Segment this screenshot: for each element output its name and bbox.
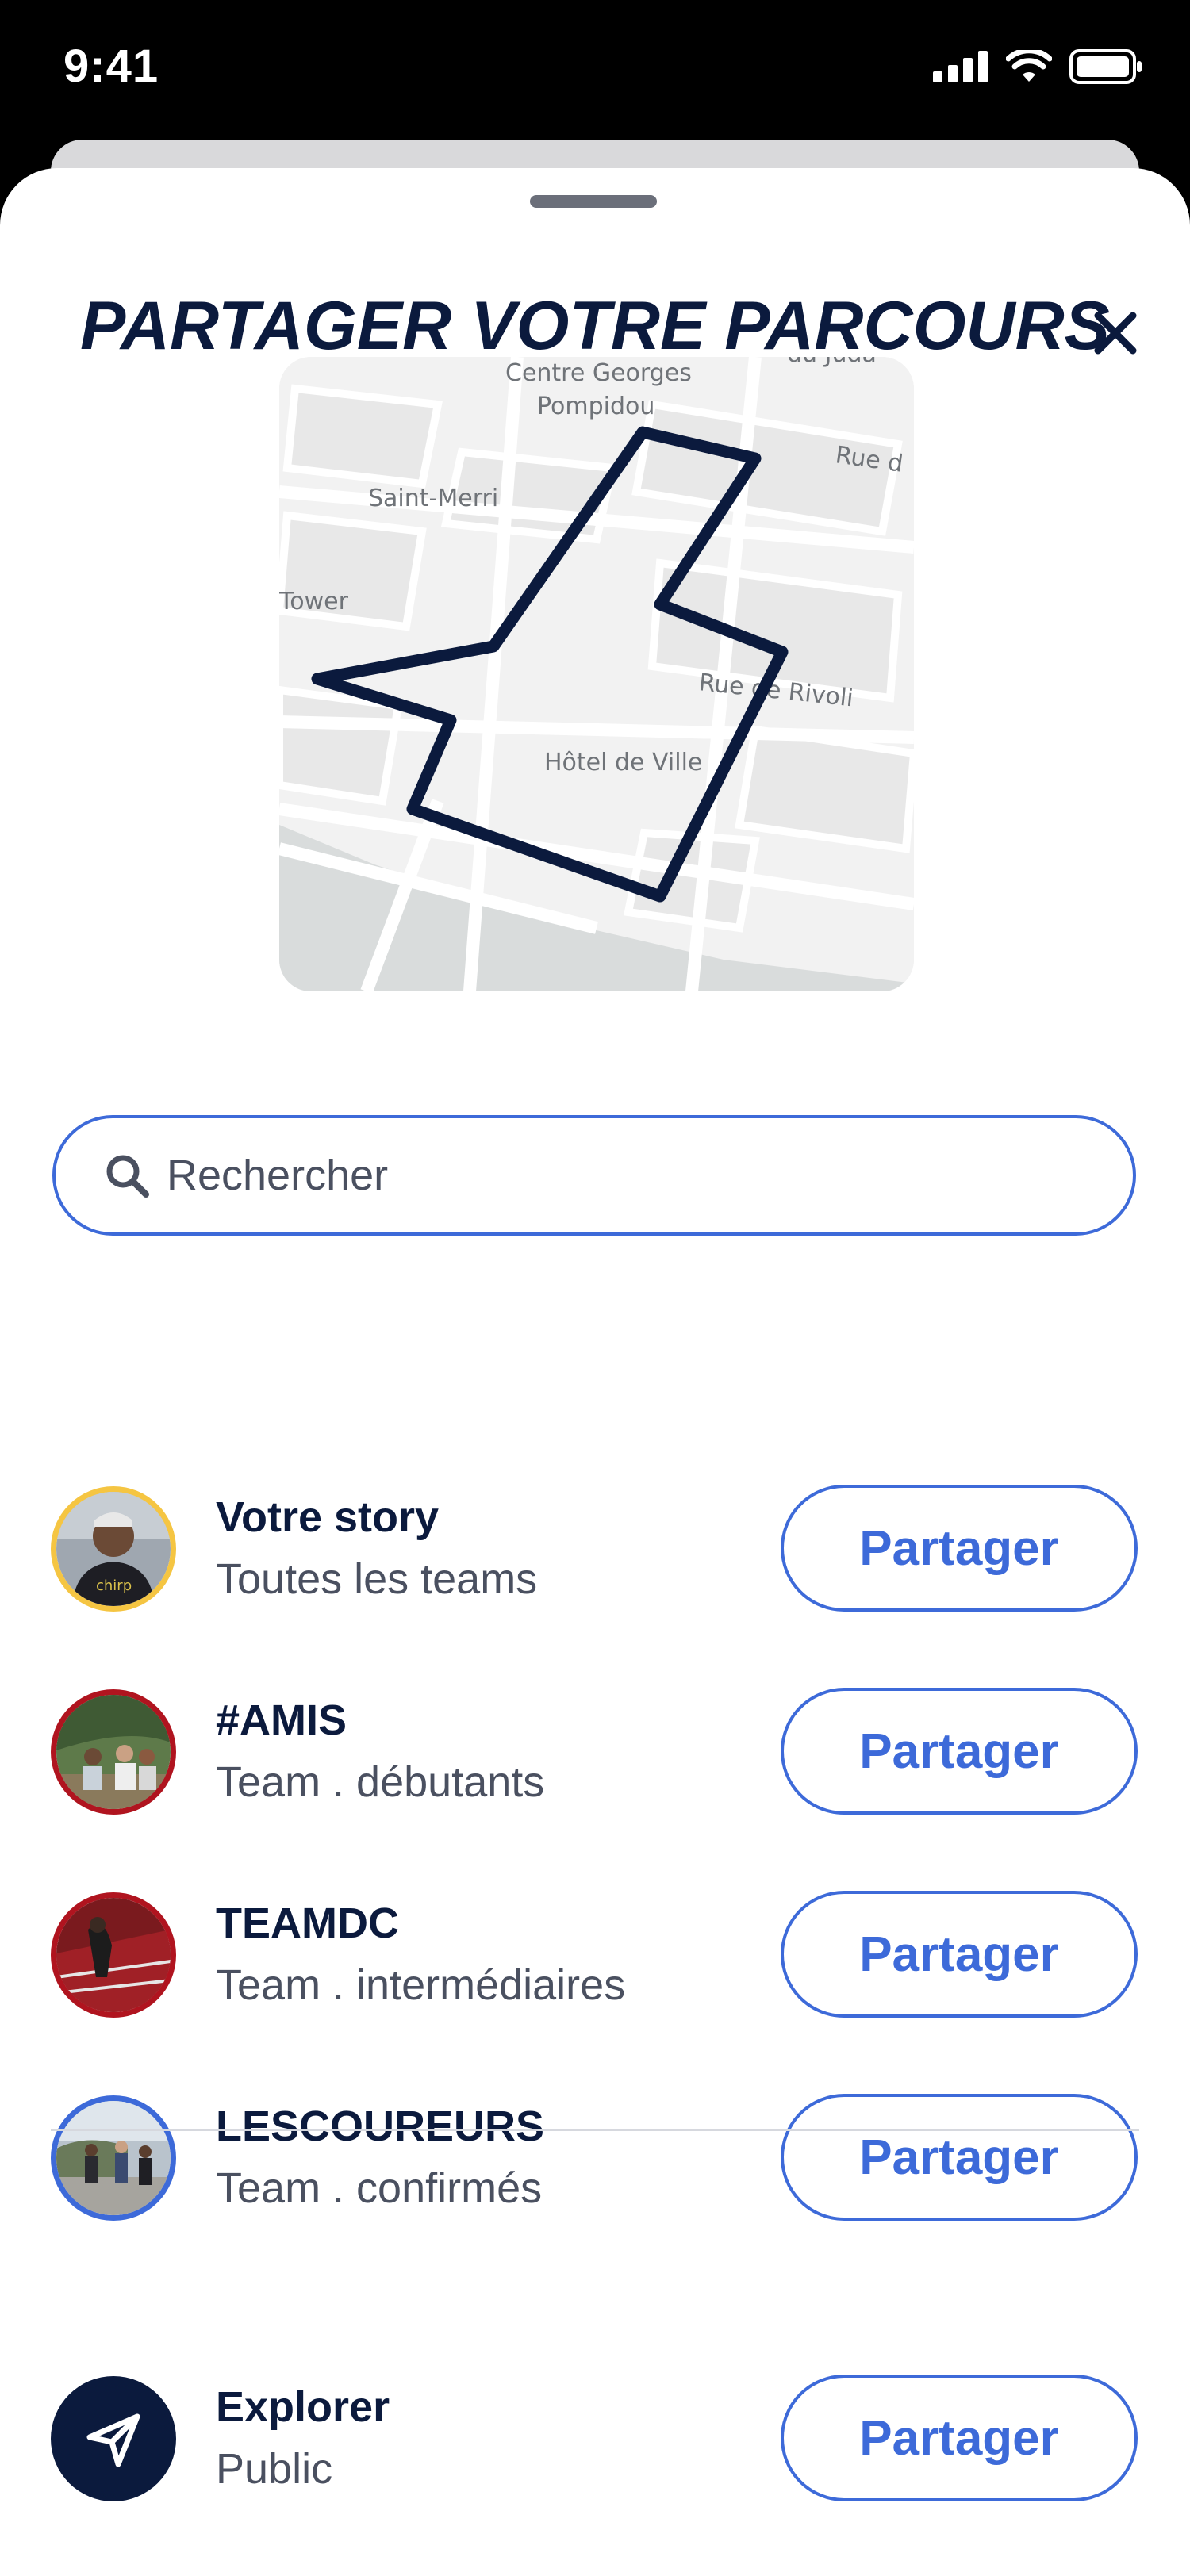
share-row-teamdc: TEAMDC Team . intermédiaires Partager xyxy=(0,1888,1190,2022)
avatar-image xyxy=(56,2101,171,2215)
map-label-pompidou-1: Centre Georges xyxy=(505,359,692,387)
map-label-tower: Tower xyxy=(279,588,349,615)
row-subtitle: Public xyxy=(216,2445,333,2493)
row-subtitle: Team . intermédiaires xyxy=(216,1961,626,2009)
avatar-amis xyxy=(51,1689,176,1815)
avatar-image xyxy=(56,1898,171,2012)
sheet-grabber[interactable] xyxy=(530,195,657,208)
row-title: #AMIS xyxy=(216,1696,347,1744)
row-subtitle: Team . confirmés xyxy=(216,2164,543,2212)
share-button-teamdc[interactable]: Partager xyxy=(781,1891,1138,2018)
status-time: 9:41 xyxy=(63,40,159,92)
share-button-lescoureurs[interactable]: Partager xyxy=(781,2094,1138,2221)
map-label-saint-merri: Saint-Merri xyxy=(368,485,498,512)
share-row-story: chirp Votre story Toutes les teams Parta… xyxy=(0,1482,1190,1616)
share-button-amis[interactable]: Partager xyxy=(781,1688,1138,1815)
row-title: Explorer xyxy=(216,2383,390,2431)
search-field[interactable] xyxy=(52,1115,1136,1236)
avatar-story: chirp xyxy=(51,1486,176,1612)
share-button-explorer[interactable]: Partager xyxy=(781,2375,1138,2501)
row-title: Votre story xyxy=(216,1493,440,1541)
close-button[interactable] xyxy=(1084,301,1147,365)
search-input[interactable] xyxy=(165,1150,1041,1201)
map-label-juda: du Juda xyxy=(787,357,877,368)
row-title: LESCOUREURS xyxy=(216,2103,545,2150)
share-row-amis: #AMIS Team . débutants Partager xyxy=(0,1685,1190,1819)
map-label-hotel-de-ville: Hôtel de Ville xyxy=(544,749,702,776)
svg-text:chirp: chirp xyxy=(96,1577,132,1594)
avatar-teamdc xyxy=(51,1892,176,2018)
row-subtitle: Toutes les teams xyxy=(216,1555,538,1603)
sheet-title: PARTAGER VOTRE PARCOURS xyxy=(79,288,1111,364)
avatar-image xyxy=(56,1695,171,1809)
list-divider xyxy=(51,2129,1139,2131)
signal-icon xyxy=(933,51,988,82)
row-subtitle: Team . débutants xyxy=(216,1758,545,1806)
map-svg: Centre Georges Pompidou Saint-Merri Towe… xyxy=(279,357,914,991)
avatar-lescoureurs xyxy=(51,2095,176,2221)
wifi-icon xyxy=(1006,50,1052,82)
route-map: Centre Georges Pompidou Saint-Merri Towe… xyxy=(279,357,914,991)
map-label-pompidou-2: Pompidou xyxy=(537,393,654,420)
share-row-explorer: Explorer Public Partager xyxy=(0,2371,1190,2506)
status-bar: 9:41 xyxy=(0,0,1190,143)
close-icon xyxy=(1094,312,1137,355)
search-icon xyxy=(106,1155,149,1198)
explorer-avatar xyxy=(51,2376,176,2501)
avatar-image: chirp xyxy=(56,1492,171,1606)
send-icon xyxy=(86,2413,140,2467)
share-row-lescoureurs: LESCOUREURS Team . confirmés Partager xyxy=(0,2091,1190,2225)
row-title: TEAMDC xyxy=(216,1899,399,1947)
battery-icon xyxy=(1069,49,1142,84)
status-icons xyxy=(933,49,1142,84)
share-button-story[interactable]: Partager xyxy=(781,1485,1138,1612)
